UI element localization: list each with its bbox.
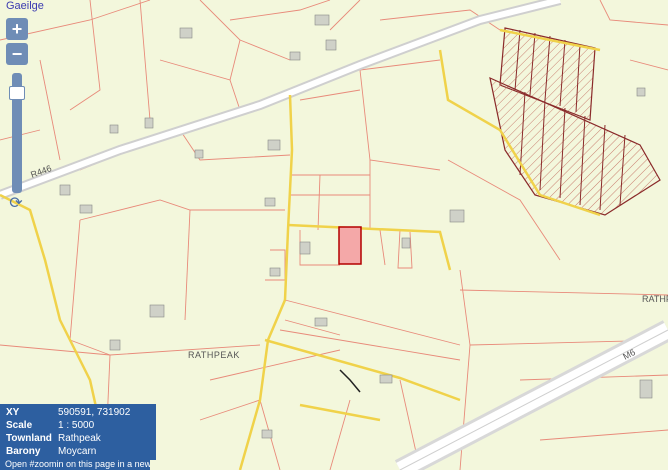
xy-label: XY (6, 407, 20, 418)
language-link[interactable]: Gaeilge (6, 0, 44, 12)
open-new-tab-link[interactable]: Open #zoomin on this page in a new tab (0, 458, 150, 470)
zoom-in-button[interactable]: + (6, 18, 28, 40)
xy-value: 590591, 731902 (58, 407, 131, 418)
barony-value: Moycarn (58, 446, 97, 457)
selected-parcel[interactable] (338, 226, 362, 265)
townland-value: Rathpeak (58, 433, 101, 444)
townland-label: RATHPEAK (188, 350, 240, 360)
info-panel: XY 590591, 731902 Scale 1 : 5000 Townlan… (0, 404, 156, 460)
map-canvas[interactable]: R446 RATHPEAK M6 RATHF (0, 0, 668, 470)
info-row-scale: Scale 1 : 5000 (6, 419, 150, 432)
townland-label-key: Townland (6, 433, 52, 444)
info-row-xy: XY 590591, 731902 (6, 406, 150, 419)
refresh-icon[interactable]: ⟳ (7, 195, 25, 213)
info-row-barony: Barony Moycarn (6, 445, 150, 458)
zoom-out-button[interactable]: − (6, 43, 28, 65)
edge-label: RATHF (642, 294, 668, 304)
barony-label: Barony (6, 446, 41, 457)
scale-value: 1 : 5000 (58, 420, 95, 431)
info-row-townland: Townland Rathpeak (6, 432, 150, 445)
scale-label: Scale (6, 420, 33, 431)
zoom-slider-handle[interactable] (9, 86, 25, 100)
